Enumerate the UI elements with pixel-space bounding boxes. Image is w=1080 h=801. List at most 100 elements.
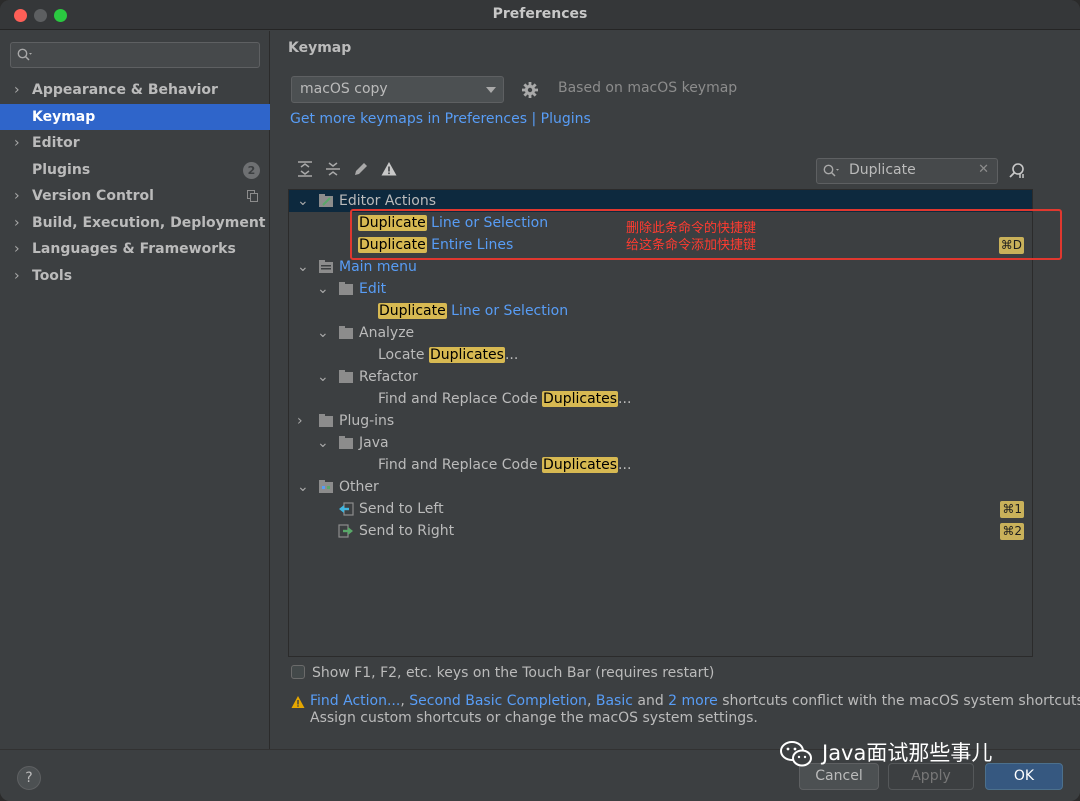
folder-icon xyxy=(339,282,353,295)
action-label: Locate xyxy=(378,347,425,363)
folder-icon xyxy=(339,370,353,383)
warning-icon xyxy=(291,696,305,708)
tree-action-locate-duplicates[interactable]: Locate Duplicates... xyxy=(289,344,1032,366)
chevron-down-icon: ⌄ xyxy=(297,479,309,495)
sidebar-item-label: Editor xyxy=(32,135,80,151)
sidebar-item-label: Build, Execution, Deployment xyxy=(32,215,266,231)
action-label: Find and Replace Code xyxy=(378,457,538,473)
preferences-window: Preferences › Appearance & Behavior Keym… xyxy=(0,0,1080,801)
sidebar-item-keymap[interactable]: Keymap xyxy=(0,104,270,130)
chevron-right-icon: › xyxy=(14,241,20,257)
sidebar-item-label: Keymap xyxy=(32,109,96,125)
touchbar-checkbox[interactable] xyxy=(291,665,305,679)
chevron-down-icon: ⌄ xyxy=(317,325,329,341)
shortcut-badge: ⌘1 xyxy=(1000,501,1024,518)
tree-action-edit-duplicate[interactable]: Duplicate Line or Selection xyxy=(289,300,1032,322)
touchbar-option[interactable]: Show F1, F2, etc. keys on the Touch Bar … xyxy=(291,665,714,681)
conflict-line-2: Assign custom shortcuts or change the ma… xyxy=(310,710,758,726)
sidebar-item-editor[interactable]: › Editor xyxy=(0,130,270,156)
apply-button[interactable]: Apply xyxy=(888,763,974,790)
keymap-filter-input[interactable]: Duplicate ✕ xyxy=(816,158,998,184)
ellipsis: ... xyxy=(504,347,519,363)
help-button[interactable]: ? xyxy=(17,766,41,790)
sidebar-item-appearance[interactable]: › Appearance & Behavior xyxy=(0,77,270,103)
sidebar-item-languages[interactable]: › Languages & Frameworks xyxy=(0,236,270,262)
gear-icon[interactable] xyxy=(521,81,539,99)
action-label: Find and Replace Code xyxy=(378,391,538,407)
chevron-down-icon: ⌄ xyxy=(297,259,309,275)
watermark-text: Java面试那些事儿 xyxy=(822,741,993,765)
second-basic-completion-link[interactable]: Second Basic Completion xyxy=(409,693,587,709)
tree-node-plugins[interactable]: › Plug-ins xyxy=(289,410,1032,432)
action-label: Send to Left xyxy=(359,501,444,517)
chevron-down-icon: ⌄ xyxy=(317,435,329,451)
chevron-right-icon: › xyxy=(14,188,20,204)
chevron-down-icon: ⌄ xyxy=(317,369,329,385)
chevron-right-icon: › xyxy=(14,268,20,284)
tree-node-label: Java xyxy=(359,435,389,451)
chevron-right-icon: › xyxy=(297,413,303,429)
separator: , xyxy=(586,693,596,709)
collapse-all-icon[interactable] xyxy=(324,160,342,178)
send-right-icon xyxy=(338,524,353,538)
chevron-right-icon: › xyxy=(14,82,20,98)
tree-action-send-to-right[interactable]: Send to Right ⌘2 xyxy=(289,520,1032,542)
tree-node-other[interactable]: ⌄ Other xyxy=(289,476,1032,498)
based-on-label: Based on macOS keymap xyxy=(558,80,738,96)
annotation-text-2: 给这条命令添加快捷键 xyxy=(626,238,757,253)
tree-node-java[interactable]: ⌄ Java xyxy=(289,432,1032,454)
filter-value: Duplicate xyxy=(849,162,916,178)
ellipsis: ... xyxy=(618,457,632,473)
editor-actions-icon xyxy=(319,194,333,207)
conflict-line-1: Find Action..., Second Basic Completion,… xyxy=(310,693,1080,709)
action-label: Send to Right xyxy=(359,523,455,539)
match-highlight: Duplicates xyxy=(428,347,505,363)
other-folder-icon xyxy=(319,480,333,493)
separator: , xyxy=(400,693,410,709)
search-icon xyxy=(823,164,839,177)
tree-action-java-find-replace[interactable]: Find and Replace Code Duplicates... xyxy=(289,454,1032,476)
sidebar-item-plugins[interactable]: Plugins 2 xyxy=(0,157,270,183)
ellipsis: ... xyxy=(618,391,632,407)
tree-node-label: Edit xyxy=(359,281,387,297)
tree-node-label: Refactor xyxy=(359,369,418,385)
menu-folder-icon xyxy=(319,260,333,273)
match-highlight: Duplicates xyxy=(542,391,619,407)
sidebar-item-build[interactable]: › Build, Execution, Deployment xyxy=(0,210,270,236)
edit-pencil-icon[interactable] xyxy=(352,160,370,178)
ok-button[interactable]: OK xyxy=(985,763,1063,790)
tree-action-send-to-left[interactable]: Send to Left ⌘1 xyxy=(289,498,1032,520)
search-icon xyxy=(17,48,32,61)
sidebar-search-input[interactable] xyxy=(10,42,260,68)
chevron-right-icon: › xyxy=(14,135,20,151)
keymap-select[interactable]: macOS copy xyxy=(291,76,504,103)
tree-node-analyze[interactable]: ⌄ Analyze xyxy=(289,322,1032,344)
sidebar-item-version-control[interactable]: › Version Control xyxy=(0,183,270,209)
sidebar: › Appearance & Behavior Keymap › Editor … xyxy=(0,31,270,749)
find-action-link[interactable]: Find Action... xyxy=(310,693,400,709)
more-conflicts-link[interactable]: 2 more xyxy=(668,693,718,709)
chevron-down-icon: ⌄ xyxy=(317,281,329,297)
find-by-shortcut-icon[interactable] xyxy=(1007,161,1027,181)
sidebar-item-tools[interactable]: › Tools xyxy=(0,263,270,289)
plugins-update-badge: 2 xyxy=(243,162,260,179)
chevron-down-icon xyxy=(486,87,496,93)
folder-icon xyxy=(339,436,353,449)
match-highlight: Duplicate xyxy=(378,303,447,319)
tree-node-label: Other xyxy=(339,479,379,495)
tree-node-edit[interactable]: ⌄ Edit xyxy=(289,278,1032,300)
get-more-keymaps-link[interactable]: Get more keymaps in Preferences | Plugin… xyxy=(290,111,591,127)
sidebar-item-label: Languages & Frameworks xyxy=(32,241,236,257)
tree-action-refactor-find-replace[interactable]: Find and Replace Code Duplicates... xyxy=(289,388,1032,410)
sidebar-item-label: Plugins xyxy=(32,162,91,178)
tree-node-refactor[interactable]: ⌄ Refactor xyxy=(289,366,1032,388)
conjunction: and xyxy=(632,693,669,709)
expand-all-icon[interactable] xyxy=(296,160,314,178)
sidebar-item-label: Appearance & Behavior xyxy=(32,82,218,98)
clear-filter-icon[interactable]: ✕ xyxy=(978,162,989,177)
conflicts-warning-icon[interactable] xyxy=(380,160,398,178)
sidebar-item-label: Tools xyxy=(32,268,73,284)
window-title: Preferences xyxy=(492,6,588,22)
basic-link[interactable]: Basic xyxy=(596,693,633,709)
shortcut-badge: ⌘2 xyxy=(1000,523,1024,540)
